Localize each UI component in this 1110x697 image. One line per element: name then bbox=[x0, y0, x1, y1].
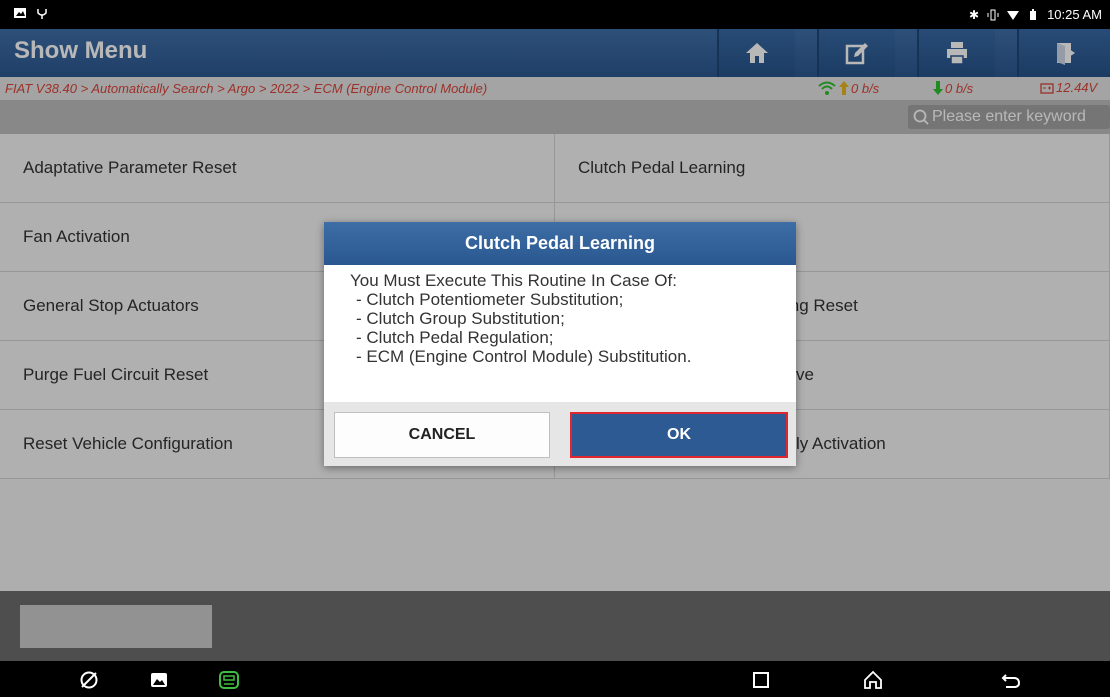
cancel-button[interactable]: CANCEL bbox=[334, 412, 550, 458]
dialog-line: - Clutch Pedal Regulation; bbox=[356, 328, 554, 347]
dialog-line: - Clutch Group Substitution; bbox=[356, 309, 565, 328]
back-icon[interactable] bbox=[1000, 669, 1022, 691]
dialog-message: You Must Execute This Routine In Case Of… bbox=[324, 265, 796, 366]
recents-icon[interactable] bbox=[750, 669, 772, 691]
browser-icon[interactable] bbox=[78, 669, 100, 691]
clutch-pedal-learning-dialog: Clutch Pedal Learning You Must Execute T… bbox=[324, 222, 796, 466]
gallery-icon[interactable] bbox=[148, 669, 170, 691]
vci-icon[interactable] bbox=[218, 669, 240, 691]
bluetooth-icon: ✱ bbox=[969, 7, 980, 22]
dialog-line: You Must Execute This Routine In Case Of… bbox=[350, 271, 677, 290]
status-time: 10:25 AM bbox=[1047, 7, 1102, 22]
dialog-title: Clutch Pedal Learning bbox=[324, 222, 796, 265]
screenshot-icon bbox=[14, 8, 26, 18]
dialog-line: - Clutch Potentiometer Substitution; bbox=[356, 290, 624, 309]
vibrate-icon bbox=[987, 9, 999, 20]
home-nav-icon[interactable] bbox=[862, 669, 884, 691]
status-bar: ✱ 10:25 AM bbox=[0, 0, 1110, 29]
system-nav-bar bbox=[0, 661, 1110, 697]
wifi-icon bbox=[1007, 10, 1020, 20]
usb-debug-icon bbox=[37, 9, 47, 19]
battery-icon bbox=[1030, 8, 1037, 20]
ok-button[interactable]: OK bbox=[570, 412, 788, 458]
dialog-footer: CANCEL OK bbox=[324, 402, 796, 466]
dialog-line: - ECM (Engine Control Module) Substituti… bbox=[356, 347, 692, 366]
